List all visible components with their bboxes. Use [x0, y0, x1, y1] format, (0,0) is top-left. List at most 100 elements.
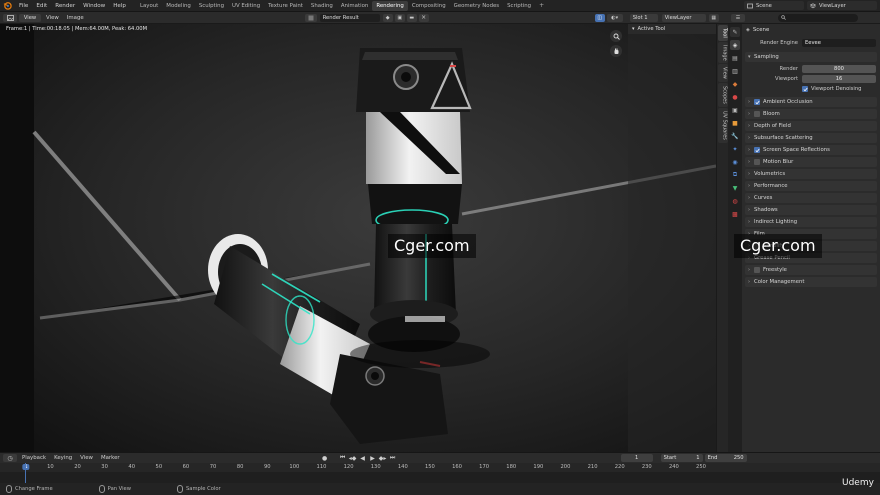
menu-edit[interactable]: Edit [32, 3, 51, 9]
sidebar-tab-image[interactable]: Image [717, 41, 728, 64]
workspace-tab-scripting[interactable]: Scripting [503, 1, 535, 11]
section-checkbox[interactable] [754, 159, 760, 165]
section-bloom[interactable]: › Bloom [745, 109, 877, 119]
view-mode-dropdown[interactable]: View [19, 13, 41, 22]
menu-view[interactable]: View [42, 15, 63, 21]
texture-tab-icon[interactable]: ▩ [730, 209, 740, 219]
scene-selector[interactable]: Scene [744, 1, 804, 10]
image-browse-button[interactable] [304, 13, 317, 22]
menu-playback[interactable]: Playback [18, 455, 50, 461]
modifier-tab-icon[interactable]: 🔧 [730, 131, 740, 141]
workspace-tab-animation[interactable]: Animation [337, 1, 372, 11]
editor-type-button[interactable] [3, 13, 17, 22]
render-layer-dropdown[interactable]: ViewLayer [661, 13, 706, 22]
unlink-image-button[interactable]: × [418, 13, 429, 22]
data-tab-icon[interactable]: ▼ [730, 183, 740, 193]
add-workspace-button[interactable]: + [535, 2, 548, 9]
section-checkbox[interactable] [754, 111, 760, 117]
view-layer-selector[interactable]: ViewLayer [807, 1, 877, 10]
render-tab-icon[interactable]: ◈ [730, 40, 740, 50]
display-channels-button[interactable]: ◐▾ [606, 13, 623, 22]
current-frame-field[interactable]: 1 [620, 454, 653, 462]
workspace-tab-texture-paint[interactable]: Texture Paint [264, 1, 307, 11]
material-tab-icon[interactable]: ◍ [730, 196, 740, 206]
jump-keyframe-back-icon[interactable]: ◂◆ [348, 454, 358, 462]
particles-tab-icon[interactable]: ✦ [730, 144, 740, 154]
collection-tab-icon[interactable]: ▣ [730, 105, 740, 115]
jump-keyframe-forward-icon[interactable]: ◆▸ [378, 454, 388, 462]
workspace-tab-uv-editing[interactable]: UV Editing [228, 1, 264, 11]
tool-tab-icon[interactable]: ✎ [730, 27, 740, 37]
sidebar-tab-scopes[interactable]: Scopes [717, 83, 728, 108]
section-ambient-occlusion[interactable]: › Ambient Occlusion [745, 97, 877, 107]
section-color-management[interactable]: › Color Management [745, 277, 877, 287]
render-engine-dropdown[interactable]: Eevee [802, 39, 876, 47]
sidebar-tab-view[interactable]: View [717, 64, 728, 83]
active-tool-panel-header[interactable]: ▾ Active Tool [628, 24, 716, 34]
workspace-tab-shading[interactable]: Shading [307, 1, 337, 11]
zoom-button[interactable] [610, 30, 622, 42]
pan-button[interactable] [610, 45, 622, 57]
section-screen-space-reflections[interactable]: › Screen Space Reflections [745, 145, 877, 155]
menu-window[interactable]: Window [79, 3, 109, 9]
properties-search-input[interactable] [778, 13, 858, 22]
workspace-tab-compositing[interactable]: Compositing [408, 1, 450, 11]
menu-image[interactable]: Image [63, 15, 88, 21]
section-performance[interactable]: › Performance [745, 181, 877, 191]
sidebar-tab-tool[interactable]: Tool [717, 25, 728, 41]
menu-file[interactable]: File [15, 3, 32, 9]
section-motion-blur[interactable]: › Motion Blur [745, 157, 877, 167]
menu-help[interactable]: Help [109, 3, 130, 9]
output-tab-icon[interactable]: ▤ [730, 53, 740, 63]
menu-view[interactable]: View [76, 455, 97, 461]
blender-logo-icon[interactable] [2, 1, 12, 11]
frame-ruler[interactable]: 1 10 20 30 40 50 60 70 80 90 100 110 120 130 140 150 160… [0, 463, 880, 472]
section-curves[interactable]: › Curves [745, 193, 877, 203]
render-view[interactable]: Frame:1 | Time:00:18.05 | Mem:64.00M, Pe… [0, 24, 716, 452]
menu-keying[interactable]: Keying [50, 455, 76, 461]
section-checkbox[interactable] [754, 99, 760, 105]
menu-marker[interactable]: Marker [97, 455, 124, 461]
play-reverse-icon[interactable]: ◀ [358, 454, 368, 462]
sidebar-tab-uv-squares[interactable]: UV Squares [717, 108, 728, 143]
playhead[interactable] [25, 463, 26, 483]
frame-end-field[interactable]: End 250 [704, 454, 747, 462]
jump-end-icon[interactable]: ⏭ [388, 454, 398, 462]
workspace-tab-geometry-nodes[interactable]: Geometry Nodes [450, 1, 503, 11]
open-image-button[interactable]: ▬ [406, 13, 417, 22]
section-depth-of-field[interactable]: › Depth of Field [745, 121, 877, 131]
timeline-area[interactable]: 1 10 20 30 40 50 60 70 80 90 100 110 120 130 140 150 160… [0, 463, 880, 483]
properties-editor-type-button[interactable]: ☰ [731, 13, 745, 22]
workspace-tab-modeling[interactable]: Modeling [162, 1, 195, 11]
workspace-tab-rendering[interactable]: Rendering [372, 0, 408, 11]
play-icon[interactable]: ▶ [368, 454, 378, 462]
section-volumetrics[interactable]: › Volumetrics [745, 169, 877, 179]
workspace-tab-sculpting[interactable]: Sculpting [195, 1, 228, 11]
toggle-sidebar-button[interactable]: ▦ [708, 13, 719, 22]
section-indirect-lighting[interactable]: › Indirect Lighting [745, 217, 877, 227]
world-tab-icon[interactable]: ● [730, 92, 740, 102]
render-slot-dropdown[interactable]: Slot 1 [629, 13, 658, 22]
overlay-button[interactable]: ◫ [594, 13, 605, 22]
viewport-denoising-checkbox[interactable]: Viewport Denoising [742, 84, 880, 94]
frame-start-field[interactable]: Start 1 [660, 454, 703, 462]
render-samples-field[interactable]: 800 [802, 65, 876, 73]
viewport-samples-field[interactable]: 16 [802, 75, 876, 83]
section-subsurface-scattering[interactable]: › Subsurface Scattering [745, 133, 877, 143]
section-shadows[interactable]: › Shadows [745, 205, 877, 215]
section-checkbox[interactable] [754, 267, 760, 273]
physics-tab-icon[interactable]: ◉ [730, 157, 740, 167]
jump-start-icon[interactable]: ⏮ [338, 454, 348, 462]
scene-tab-icon[interactable]: ◆ [730, 79, 740, 89]
workspace-tab-layout[interactable]: Layout [136, 1, 162, 11]
constraints-tab-icon[interactable]: ⧉ [730, 170, 740, 180]
section-freestyle[interactable]: › Freestyle [745, 265, 877, 275]
new-image-button[interactable]: ▣ [394, 13, 405, 22]
section-sampling[interactable]: ▾ Sampling [745, 52, 877, 62]
view-layer-tab-icon[interactable]: ▥ [730, 66, 740, 76]
section-checkbox[interactable] [754, 147, 760, 153]
object-tab-icon[interactable]: ■ [730, 118, 740, 128]
image-name-field[interactable]: Render Result [319, 13, 380, 22]
record-icon[interactable]: ● [320, 454, 330, 462]
menu-render[interactable]: Render [51, 3, 79, 9]
